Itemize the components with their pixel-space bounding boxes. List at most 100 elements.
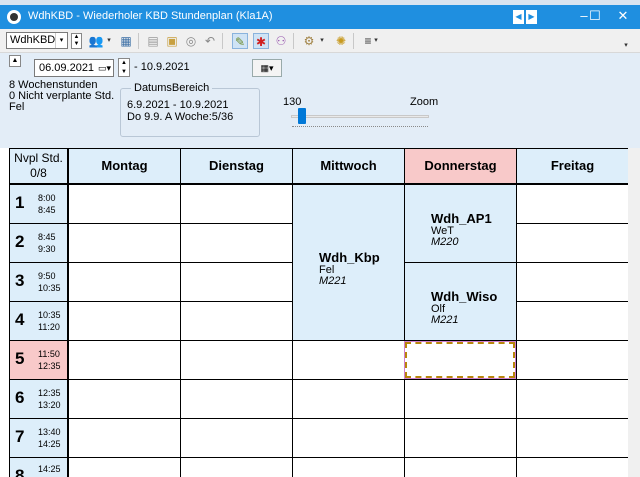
lesson-wdh-ap1[interactable]: Wdh_AP1 WeT M220 [404,184,517,263]
binoculars-icon[interactable]: ◎ [183,33,199,49]
element-spin-icon[interactable]: ▲ ▼ [71,33,82,49]
zoom-label: Zoom [410,96,439,108]
print-icon[interactable]: ▤ [145,33,161,49]
next-element-button[interactable]: ▶ [526,10,537,24]
date-to: - 10.9.2021 [134,61,190,73]
day-header-dienstag: Dienstag [180,148,293,184]
zoom-slider-ticks [292,126,428,128]
grid-icon[interactable]: ▦ [118,33,134,49]
lesson-subject: Wdh_Kbp [319,250,380,265]
timetable-cell[interactable] [180,457,293,477]
timetable-cell[interactable] [516,184,629,224]
period-start: 10:35 [38,310,61,320]
period-start: 8:45 [38,232,56,242]
chevron-down-icon[interactable]: ▾ [55,33,67,48]
timetable-cell[interactable] [180,223,293,263]
period-number: 2 [15,232,25,251]
settings-dropdown-icon[interactable]: ▾ [318,34,326,48]
period-7: 7 13:40 14:25 [9,418,68,458]
timetable-cell[interactable] [516,418,629,458]
toolbar-separator [293,33,294,49]
timetable-cell[interactable] [404,418,517,458]
date-range-dates: 6.9.2021 - 10.9.2021 [127,99,229,111]
period-end: 8:45 [38,205,56,215]
nvpl-label: Nvpl Std. [14,151,63,165]
teachers-icon[interactable]: 👥 [88,33,104,49]
close-button[interactable]: ✕ [606,5,640,29]
timetable-cell[interactable] [68,223,181,263]
timetable-cell[interactable] [68,379,181,419]
view-mode-icon[interactable]: ▦▾ [252,59,282,77]
settings-page-icon[interactable]: ⚙ [301,33,317,49]
prev-element-button[interactable]: ◀ [513,10,524,24]
timetable-cell[interactable] [68,457,181,477]
timetable-header: ▲ 06.09.2021 ▭▾ ▲ ▼ - 10.9.2021 ▦▾ 8 Woch… [0,53,640,148]
element-combo[interactable]: WdhKBD ▾ [6,32,68,49]
timetable-cell[interactable] [68,418,181,458]
toolbar-overflow-icon[interactable]: ▾ [622,39,630,53]
timetable-cell[interactable] [180,418,293,458]
element-combo-value: WdhKBD [10,34,56,46]
edit-mode-icon[interactable]: ✎ [232,33,248,49]
period-end: 12:35 [38,361,61,371]
timetable-cell[interactable] [516,301,629,341]
period-start: 8:00 [38,193,56,203]
timetable-cell[interactable] [68,184,181,224]
period-5: 5 11:50 12:35 [9,340,68,380]
timetable-cell[interactable] [516,340,629,380]
timetable-cell[interactable] [292,457,405,477]
timetable-cell[interactable] [516,457,629,477]
timetable-cell[interactable] [292,340,405,380]
lesson-room: M221 [319,275,347,287]
selected-cell[interactable] [404,341,516,379]
toolbar-separator [138,33,139,49]
undo-icon[interactable]: ↶ [202,33,218,49]
teacher-name: Fel [9,101,25,113]
period-number: 5 [15,349,25,368]
calendar-icon[interactable]: ▭▾ [98,62,111,74]
timetable-cell[interactable] [180,379,293,419]
zoom-slider-thumb[interactable] [297,108,306,124]
timetable-cell[interactable] [516,223,629,263]
day-header-freitag: Freitag [516,148,629,184]
timetable-cell[interactable] [516,262,629,302]
period-end: 14:25 [38,439,61,449]
date-spin-icon[interactable]: ▲ ▼ [118,58,130,77]
lesson-room: M220 [431,236,459,248]
timetable-cell[interactable] [516,379,629,419]
gear-icon[interactable]: ✺ [333,33,349,49]
unplanned-hours: 0 Nicht verplante Std. [9,90,115,102]
timetable-cell[interactable] [68,301,181,341]
timetable-cell[interactable] [404,379,517,419]
timetable-cell[interactable] [68,262,181,302]
people-icon[interactable]: ⚇ [273,33,289,49]
period-end: 10:35 [38,283,61,293]
period-1: 1 8:00 8:45 [9,184,68,224]
pin-icon[interactable]: ✱ [253,33,269,49]
timetable-cell[interactable] [292,418,405,458]
period-3: 3 9:50 10:35 [9,262,68,302]
lesson-wdh-wiso[interactable]: Wdh_Wiso Olf M221 [404,262,517,341]
collapse-button[interactable]: ▲ [9,55,21,67]
timetable-cell[interactable] [404,457,517,477]
document-icon[interactable]: ▣ [164,33,180,49]
window-title: WdhKBD - Wiederholer KBD Stundenplan (Kl… [28,10,273,22]
timetable-cell[interactable] [180,301,293,341]
lesson-wdh-kbp[interactable]: Wdh_Kbp Fel M221 [292,184,405,341]
timetable-cell[interactable] [180,262,293,302]
timetable-cell[interactable] [292,379,405,419]
period-end: 13:20 [38,400,61,410]
date-range-box: DatumsBereich 6.9.2021 - 10.9.2021 Do 9.… [120,82,260,137]
zoom-slider-track[interactable] [291,115,429,118]
period-end: 11:20 [38,322,60,332]
zoom-value: 130 [283,96,302,108]
day-header-donnerstag: Donnerstag [404,148,517,184]
period-number: 8 [15,466,25,477]
timetable-cell[interactable] [180,340,293,380]
timetable-cell[interactable] [68,340,181,380]
timetable-cell[interactable] [180,184,293,224]
period-start: 13:40 [38,427,61,437]
teachers-dropdown-icon[interactable]: ▾ [105,34,113,48]
list-dropdown-icon[interactable]: ▾ [372,34,380,48]
date-from-input[interactable]: 06.09.2021 ▭▾ [34,59,114,77]
